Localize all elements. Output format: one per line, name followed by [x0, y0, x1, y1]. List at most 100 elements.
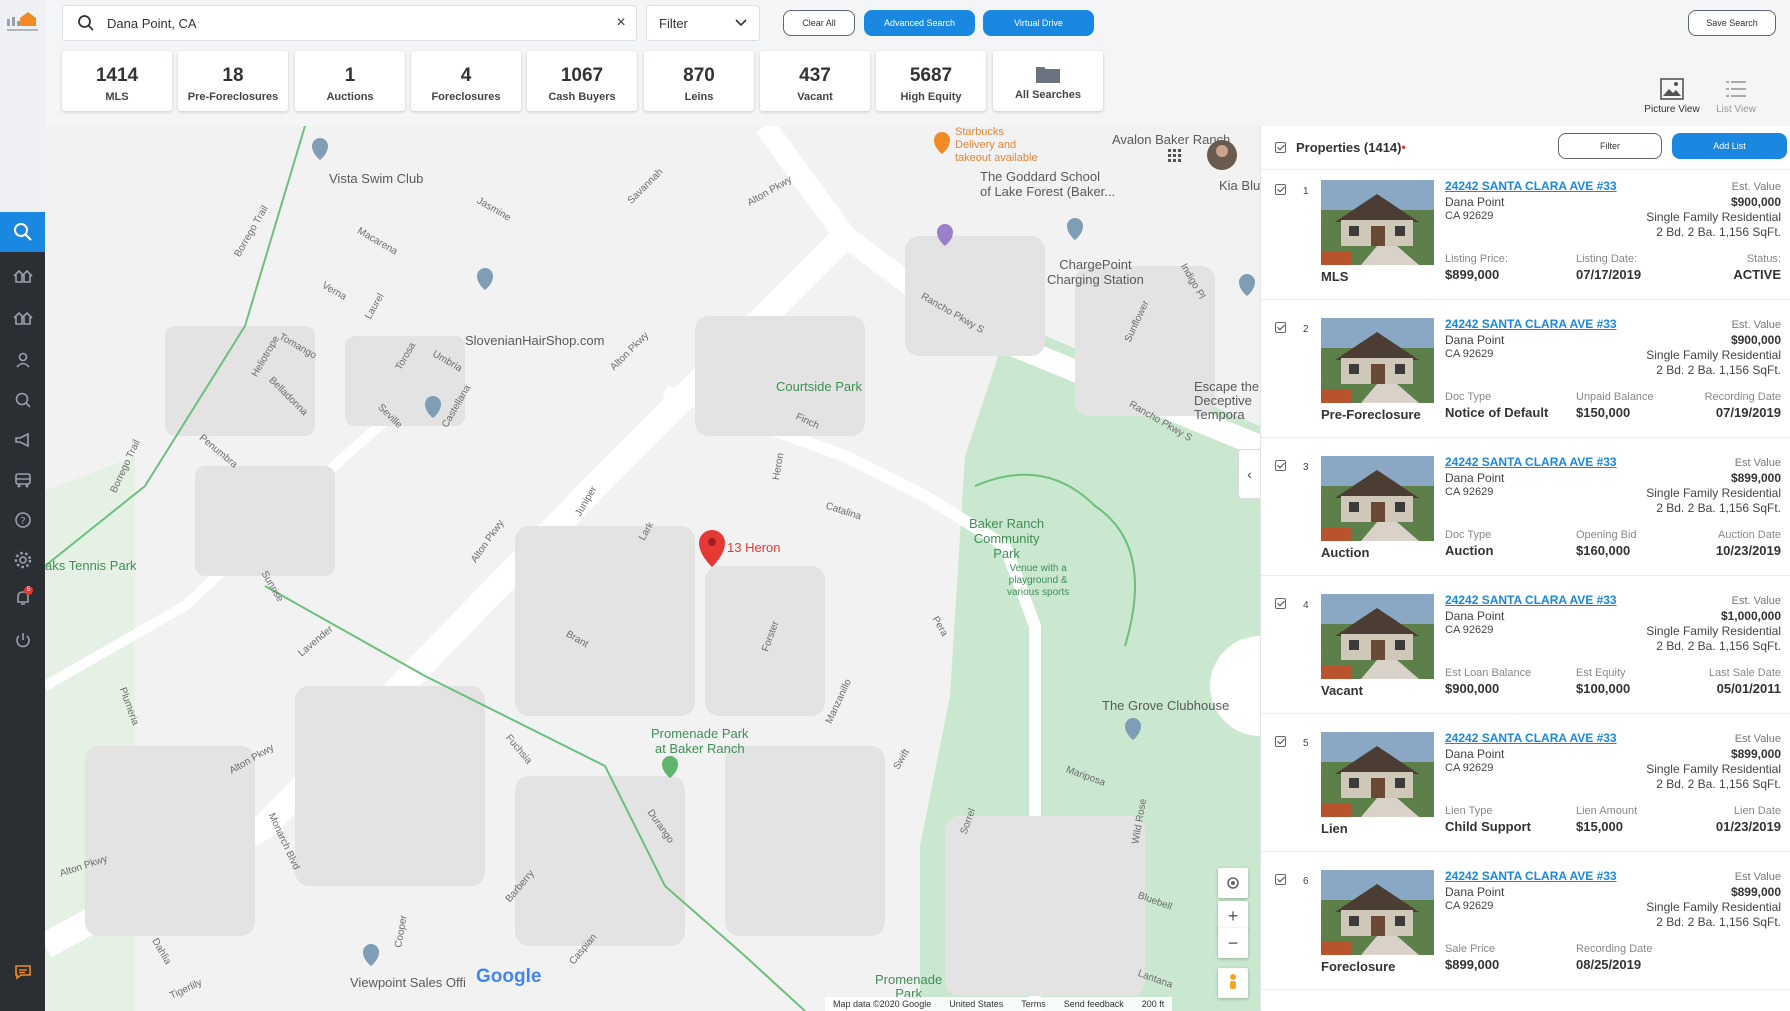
stat-label: MLS — [105, 91, 129, 103]
field-1-value: $899,000 — [1445, 957, 1500, 972]
stat-mls[interactable]: 1414 MLS — [62, 51, 172, 111]
field-2: Recording Date 08/25/2019 — [1576, 943, 1652, 972]
street-view-pegman-icon[interactable] — [1218, 968, 1248, 998]
property-card[interactable]: 5 Lien 24242 SANTA CLARA AVE #33 Dana Po… — [1261, 722, 1790, 852]
property-summary: Est. Value $1,000,000 Single Family Resi… — [1646, 594, 1781, 654]
property-checkbox[interactable] — [1275, 460, 1286, 471]
property-address-link[interactable]: 24242 SANTA CLARA AVE #33 — [1445, 593, 1617, 607]
map-label-vista: Vista Swim Club — [329, 171, 424, 186]
property-address-link[interactable]: 24242 SANTA CLARA AVE #33 — [1445, 179, 1617, 193]
stat-auctions[interactable]: 1 Auctions — [295, 51, 405, 111]
property-photo[interactable] — [1321, 456, 1434, 541]
picture-view-toggle[interactable]: Picture View — [1637, 78, 1707, 115]
rail-bell-icon[interactable]: 5 — [0, 578, 45, 618]
field-2-value: $15,000 — [1576, 819, 1623, 834]
list-view-toggle[interactable]: List View — [1701, 78, 1771, 115]
rail-car-icon[interactable] — [0, 460, 45, 500]
field-1-label: Doc Type — [1445, 391, 1492, 403]
add-list-button[interactable]: Add List — [1672, 133, 1787, 159]
field-3-value: 07/19/2019 — [1715, 405, 1781, 420]
save-search-button[interactable]: Save Search — [1688, 10, 1776, 36]
map-label-courtside: Courtside Park — [776, 379, 862, 394]
property-checkbox[interactable] — [1275, 736, 1286, 747]
stat-value: 1067 — [560, 65, 604, 86]
stat-label: Leins — [684, 91, 714, 103]
rail-houses-icon[interactable] — [0, 256, 45, 296]
stat-leins[interactable]: 870 Leins — [644, 51, 754, 111]
property-checkbox[interactable] — [1275, 874, 1286, 885]
send-feedback-link[interactable]: Send feedback — [1064, 999, 1124, 1009]
rail-search-icon[interactable] — [0, 212, 45, 252]
property-size: 2 Bd. 2 Ba. 1,156 SqFt. — [1656, 777, 1781, 791]
map-label-goddard: The Goddard School of Lake Forest (Baker… — [980, 169, 1116, 199]
stat-all-searches[interactable]: All Searches — [993, 51, 1103, 111]
filter-dropdown[interactable]: Filter — [646, 5, 760, 41]
map-label-promenade: Promenade Park at Baker Ranch — [651, 726, 749, 756]
rail-chat-icon[interactable] — [0, 952, 45, 992]
stat-cash-buyers[interactable]: 1067 Cash Buyers — [527, 51, 637, 111]
property-address-link[interactable]: 24242 SANTA CLARA AVE #33 — [1445, 731, 1617, 745]
property-card[interactable]: 3 Auction 24242 SANTA CLARA AVE #33 Dana… — [1261, 446, 1790, 576]
property-city: Dana Point — [1445, 333, 1505, 347]
property-photo[interactable] — [1321, 732, 1434, 817]
collapse-panel-chevron-left-icon[interactable]: ‹ — [1238, 449, 1260, 499]
field-2: Est Equity $100,000 — [1576, 667, 1630, 696]
property-index: 4 — [1303, 600, 1309, 611]
search-input[interactable]: Dana Point, CA — [107, 16, 606, 31]
stat-vacant[interactable]: 437 Vacant — [760, 51, 870, 111]
panel-filter-button[interactable]: Filter — [1558, 133, 1662, 159]
property-zip: CA 92629 — [1445, 348, 1494, 360]
property-checkbox[interactable] — [1275, 322, 1286, 333]
zoom-in-button[interactable]: + — [1218, 901, 1248, 931]
property-address-link[interactable]: 24242 SANTA CLARA AVE #33 — [1445, 317, 1617, 331]
property-photo[interactable] — [1321, 594, 1434, 679]
field-3: Last Sale Date 05/01/2011 — [1709, 667, 1781, 696]
stat-pre-foreclosures[interactable]: 18 Pre-Foreclosures — [178, 51, 288, 111]
property-photo[interactable] — [1321, 870, 1434, 955]
property-card[interactable]: 6 Foreclosure 24242 SANTA CLARA AVE #33 … — [1261, 860, 1790, 990]
stat-foreclosures[interactable]: 4 Foreclosures — [411, 51, 521, 111]
field-2-label: Unpaid Balance — [1576, 391, 1654, 403]
field-1-label: Est Loan Balance — [1445, 667, 1532, 679]
property-address-link[interactable]: 24242 SANTA CLARA AVE #33 — [1445, 455, 1617, 469]
virtual-drive-button[interactable]: Virtual Drive — [983, 10, 1094, 36]
advanced-search-button[interactable]: Advanced Search — [864, 10, 975, 36]
property-checkbox[interactable] — [1275, 598, 1286, 609]
stat-high-equity[interactable]: 5687 High Equity — [876, 51, 986, 111]
property-city: Dana Point — [1445, 471, 1505, 485]
property-type: Single Family Residential — [1646, 900, 1781, 914]
terms-link[interactable]: Terms — [1021, 999, 1046, 1009]
stat-value: 1 — [344, 65, 356, 86]
property-photo[interactable] — [1321, 180, 1434, 265]
property-card[interactable]: 1 MLS 24242 SANTA CLARA AVE #33 Dana Poi… — [1261, 170, 1790, 300]
rail-help-icon[interactable]: ? — [0, 500, 45, 540]
select-all-checkbox[interactable] — [1275, 142, 1286, 153]
rail-power-icon[interactable] — [0, 620, 45, 660]
property-checkbox[interactable] — [1275, 184, 1286, 195]
field-3-label: Recording Date — [1704, 391, 1781, 403]
field-1-label: Doc Type — [1445, 529, 1492, 541]
property-card[interactable]: 4 Vacant 24242 SANTA CLARA AVE #33 Dana … — [1261, 584, 1790, 714]
field-1-value: Auction — [1445, 543, 1494, 558]
clear-all-button[interactable]: Clear All — [783, 10, 855, 36]
property-card[interactable]: 2 Pre-Foreclosure 24242 SANTA CLARA AVE … — [1261, 308, 1790, 438]
rail-user-icon[interactable] — [0, 340, 45, 380]
field-2-label: Lien Amount — [1576, 805, 1638, 817]
property-address-link[interactable]: 24242 SANTA CLARA AVE #33 — [1445, 869, 1617, 883]
property-zip: CA 92629 — [1445, 762, 1494, 774]
field-2-label: Est Equity — [1576, 667, 1626, 679]
rail-neighborhood-icon[interactable] — [0, 298, 45, 338]
rail-megaphone-icon[interactable] — [0, 420, 45, 460]
property-category: Lien — [1321, 821, 1348, 836]
field-1-value: Notice of Default — [1445, 405, 1549, 420]
property-photo[interactable] — [1321, 318, 1434, 403]
zoom-out-button[interactable]: − — [1218, 928, 1248, 958]
rail-magnify-icon[interactable] — [0, 380, 45, 420]
map-view[interactable]: Vista Swim Club Starbucks Delivery and t… — [45, 126, 1260, 1011]
my-location-button[interactable] — [1218, 868, 1248, 898]
rail-settings-icon[interactable] — [0, 540, 45, 580]
field-3: Lien Date 01/23/2019 — [1716, 805, 1781, 834]
search-box[interactable]: Dana Point, CA × — [62, 5, 637, 41]
clear-search-icon[interactable]: × — [606, 14, 636, 32]
property-index: 2 — [1303, 324, 1309, 335]
